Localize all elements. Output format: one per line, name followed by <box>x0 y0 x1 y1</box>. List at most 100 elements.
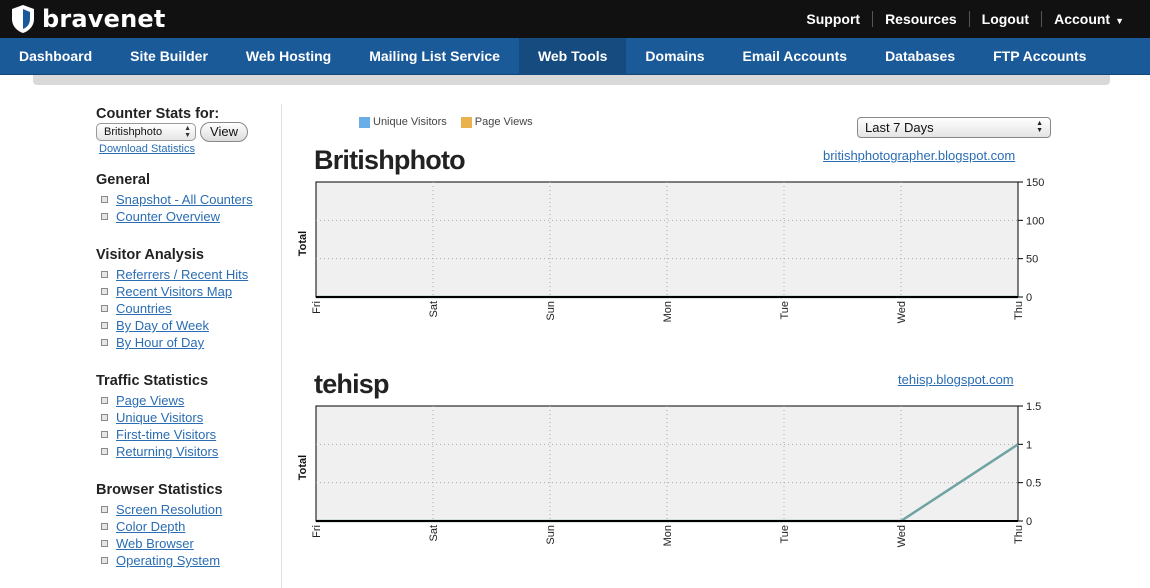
download-statistics-link[interactable]: Download Statistics <box>99 143 195 155</box>
y-tick-label: 50 <box>1026 254 1038 266</box>
logout-link[interactable]: Logout <box>970 11 1041 27</box>
list-item: Counter Overview <box>96 208 253 225</box>
sidebar-section-title: Traffic Statistics <box>96 373 209 389</box>
caret-down-icon: ▼ <box>1115 16 1124 26</box>
brand-logo[interactable]: bravenet <box>10 4 166 34</box>
select-arrows-icon: ▲ ▼ <box>184 125 191 139</box>
y-tick-label: 1 <box>1026 439 1032 451</box>
nav-site-builder[interactable]: Site Builder <box>111 38 227 75</box>
link-by-day-of-week[interactable]: By Day of Week <box>116 318 209 333</box>
bullet-icon <box>101 322 108 329</box>
link-first-time-visitors[interactable]: First-time Visitors <box>116 427 216 442</box>
bullet-icon <box>101 523 108 530</box>
y-tick-label: 150 <box>1026 177 1044 189</box>
y-axis-label: Total <box>297 231 309 256</box>
x-tick-label: Mon <box>662 525 674 546</box>
x-tick-label: Wed <box>896 301 908 323</box>
page-title-bar <box>33 75 1110 85</box>
link-web-browser[interactable]: Web Browser <box>116 536 194 551</box>
x-tick-label: Tue <box>779 525 791 544</box>
account-label: Account <box>1054 11 1111 27</box>
x-tick-label: Fri <box>311 301 323 314</box>
nav-mailing-list-service[interactable]: Mailing List Service <box>350 38 519 75</box>
sidebar-link-list: Snapshot - All Counters Counter Overview <box>96 191 253 225</box>
link-countries[interactable]: Countries <box>116 301 172 316</box>
date-range-select[interactable]: Last 7 Days ▲ ▼ <box>857 117 1051 138</box>
sidebar-section-general: General Snapshot - All Counters Counter … <box>96 172 253 225</box>
x-tick-label: Tue <box>779 301 791 320</box>
list-item: By Day of Week <box>96 317 248 334</box>
counter-title: Britishphoto <box>314 145 466 175</box>
x-tick-label: Sat <box>428 525 440 542</box>
select-arrows-icon: ▲ ▼ <box>1036 120 1043 134</box>
legend-swatch-unique-visitors <box>359 116 370 128</box>
account-menu[interactable]: Account ▼ <box>1042 11 1136 27</box>
x-tick-label: Sun <box>545 525 557 545</box>
counter-url-link[interactable]: britishphotographer.blogspot.com <box>823 148 1015 163</box>
list-item: Color Depth <box>96 518 223 535</box>
sidebar-section-title: Browser Statistics <box>96 482 223 498</box>
y-tick-label: 0.5 <box>1026 478 1041 490</box>
bullet-icon <box>101 271 108 278</box>
link-unique-visitors[interactable]: Unique Visitors <box>116 410 203 425</box>
counter-stats-heading: Counter Stats for: <box>96 106 220 122</box>
list-item: Returning Visitors <box>96 443 218 460</box>
list-item: Web Browser <box>96 535 223 552</box>
list-item: Unique Visitors <box>96 409 218 426</box>
list-item: Page Views <box>96 392 218 409</box>
list-item: Screen Resolution <box>96 501 223 518</box>
counter-select[interactable]: Britishphoto ▲ ▼ <box>96 123 196 141</box>
bullet-icon <box>101 288 108 295</box>
counter-title: tehisp <box>314 369 390 399</box>
link-counter-overview[interactable]: Counter Overview <box>116 209 220 224</box>
date-range-value: Last 7 Days <box>865 120 934 135</box>
bullet-icon <box>101 557 108 564</box>
link-operating-system[interactable]: Operating System <box>116 553 220 568</box>
x-tick-label: Sat <box>428 301 440 318</box>
bullet-icon <box>101 305 108 312</box>
main-nav: Dashboard Site Builder Web Hosting Maili… <box>0 38 1150 75</box>
list-item: Operating System <box>96 552 223 569</box>
plot-area <box>315 405 1019 522</box>
nav-dashboard[interactable]: Dashboard <box>0 38 111 75</box>
link-recent-visitors-map[interactable]: Recent Visitors Map <box>116 284 232 299</box>
bullet-icon <box>101 213 108 220</box>
link-returning-visitors[interactable]: Returning Visitors <box>116 444 218 459</box>
resources-link[interactable]: Resources <box>873 11 969 27</box>
nav-web-hosting[interactable]: Web Hosting <box>227 38 350 75</box>
sidebar-section-visitor-analysis: Visitor Analysis Referrers / Recent Hits… <box>96 247 248 351</box>
link-referrers-recent-hits[interactable]: Referrers / Recent Hits <box>116 267 248 282</box>
bullet-icon <box>101 414 108 421</box>
link-screen-resolution[interactable]: Screen Resolution <box>116 502 222 517</box>
link-page-views[interactable]: Page Views <box>116 393 184 408</box>
sidebar-link-list: Page Views Unique Visitors First-time Vi… <box>96 392 218 460</box>
view-button[interactable]: View <box>200 122 248 142</box>
x-tick-label: Fri <box>311 525 323 538</box>
counter-chart: 1.5 1 0.5 0 Fri Sat Sun Mon Tue Wed Thu Total <box>297 401 1041 547</box>
x-tick-label: Mon <box>662 301 674 322</box>
plot-area <box>315 181 1019 298</box>
link-by-hour-of-day[interactable]: By Hour of Day <box>116 335 204 350</box>
x-tick-label: Wed <box>896 525 908 547</box>
x-tick-label: Sun <box>545 301 557 321</box>
counter-url-link[interactable]: tehisp.blogspot.com <box>898 372 1014 387</box>
sidebar-section-title: Visitor Analysis <box>96 247 204 263</box>
support-link[interactable]: Support <box>794 11 872 27</box>
nav-web-tools[interactable]: Web Tools <box>518 38 627 75</box>
x-tick-label: Thu <box>1013 525 1025 544</box>
list-item: First-time Visitors <box>96 426 218 443</box>
legend-label-unique-visitors: Unique Visitors <box>373 116 447 128</box>
legend-swatch-page-views <box>460 116 472 128</box>
nav-databases[interactable]: Databases <box>866 38 974 75</box>
link-snapshot-all-counters[interactable]: Snapshot - All Counters <box>116 192 253 207</box>
list-item: Recent Visitors Map <box>96 283 248 300</box>
link-color-depth[interactable]: Color Depth <box>116 519 185 534</box>
list-item: Referrers / Recent Hits <box>96 266 248 283</box>
nav-ftp-accounts[interactable]: FTP Accounts <box>974 38 1105 75</box>
sidebar-link-list: Referrers / Recent Hits Recent Visitors … <box>96 266 248 351</box>
y-axis-label: Total <box>297 455 309 480</box>
nav-domains[interactable]: Domains <box>626 38 723 75</box>
x-tick-label: Thu <box>1013 301 1025 320</box>
nav-email-accounts[interactable]: Email Accounts <box>724 38 867 75</box>
y-tick-label: 0 <box>1026 516 1032 528</box>
